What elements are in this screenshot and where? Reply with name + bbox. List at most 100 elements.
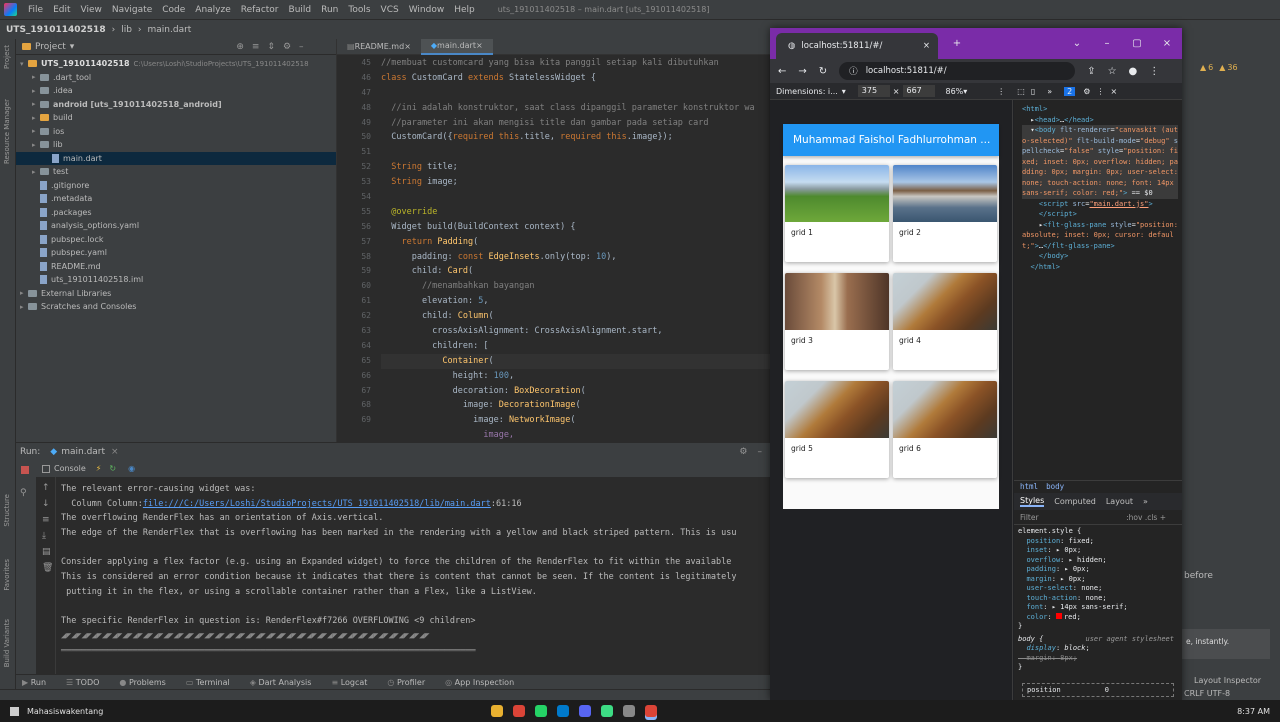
bottom-tab-run[interactable]: ▶ Run: [16, 678, 46, 687]
gear-icon[interactable]: ⚙: [283, 42, 291, 52]
windows-start-icon[interactable]: [10, 706, 19, 716]
reload-icon[interactable]: ↻: [819, 66, 827, 77]
tree-item[interactable]: analysis_options.yaml: [16, 219, 336, 233]
style-prop[interactable]: padding: ▸ 0px;: [1018, 565, 1182, 575]
tree-item[interactable]: ▸ build: [16, 111, 336, 125]
grid-card[interactable]: grid 5: [785, 381, 889, 478]
grid-card[interactable]: grid 4: [893, 273, 997, 370]
new-tab-icon[interactable]: +: [942, 38, 972, 49]
chrome-active-icon[interactable]: [645, 705, 658, 717]
trash-icon[interactable]: 🗑: [42, 563, 55, 573]
menu-item-file[interactable]: File: [23, 5, 48, 15]
tree-item[interactable]: ▸ lib: [16, 138, 336, 152]
menu-item-window[interactable]: Window: [404, 5, 450, 15]
close-tab-icon[interactable]: ×: [923, 41, 930, 51]
print-icon[interactable]: ▤: [42, 547, 55, 557]
menu-item-run[interactable]: Run: [316, 5, 343, 15]
layout-inspector-tab[interactable]: Layout Inspector: [1194, 676, 1261, 685]
browser-tab[interactable]: ◍ localhost:51811/#/ ×: [776, 33, 938, 59]
arrow-down-icon[interactable]: ↓: [42, 499, 55, 509]
menu-dots-icon[interactable]: ⋮: [1096, 87, 1104, 96]
url-input[interactable]: ⓘ localhost:51811/#/: [839, 62, 1076, 80]
profile-icon[interactable]: ●: [1129, 66, 1138, 77]
tree-item[interactable]: ▸ android [uts_191011402518_android]: [16, 98, 336, 112]
crumb-html[interactable]: html: [1020, 481, 1038, 493]
close-window-icon[interactable]: ×: [1152, 38, 1182, 49]
tool-tab-structure[interactable]: Structure: [3, 494, 11, 527]
style-prop[interactable]: color: red;: [1018, 612, 1182, 623]
tree-item[interactable]: .metadata: [16, 192, 336, 206]
menu-item-tools[interactable]: Tools: [343, 5, 375, 15]
hot-restart-icon[interactable]: ↻: [109, 464, 116, 473]
tree-item[interactable]: uts_191011402518.iml: [16, 273, 336, 287]
tree-item[interactable]: .gitignore: [16, 179, 336, 193]
color-swatch[interactable]: [1055, 612, 1062, 619]
editor-code[interactable]: //membuat customcard yang bisa kita pang…: [381, 56, 771, 443]
discord-icon[interactable]: [579, 705, 592, 717]
style-prop[interactable]: user-select: none;: [1018, 584, 1182, 594]
bottom-tab-profiler[interactable]: ◷ Profiler: [381, 678, 425, 687]
tab-styles[interactable]: Styles: [1020, 496, 1045, 507]
settings-icon[interactable]: [623, 705, 636, 717]
console-tab[interactable]: Console: [54, 464, 86, 473]
tree-item[interactable]: ▸ External Libraries: [16, 287, 336, 301]
hot-reload-icon[interactable]: ⚡: [96, 464, 102, 473]
width-input[interactable]: 375: [857, 85, 890, 97]
file-explorer-icon[interactable]: [491, 705, 504, 717]
tree-item[interactable]: pubspec.lock: [16, 233, 336, 247]
bottom-tab-todo[interactable]: ☰ TODO: [60, 678, 99, 687]
chevron-down-icon[interactable]: ▾: [70, 42, 75, 52]
tree-item[interactable]: main.dart: [16, 151, 336, 165]
menu-item-view[interactable]: View: [76, 5, 107, 15]
menu-item-code[interactable]: Code: [157, 5, 190, 15]
menu-item-build[interactable]: Build: [284, 5, 317, 15]
breadcrumb-lib[interactable]: lib: [121, 25, 132, 35]
back-icon[interactable]: ←: [778, 66, 786, 77]
gear-icon[interactable]: ⚙: [1083, 87, 1090, 96]
more-tabs-icon[interactable]: »: [1047, 87, 1052, 96]
bottom-tab-terminal[interactable]: ▭ Terminal: [180, 678, 230, 687]
editor-tab-readme-md[interactable]: ▤ README.md ×: [337, 39, 421, 55]
grid-card[interactable]: grid 6: [893, 381, 997, 478]
tree-item[interactable]: README.md: [16, 260, 336, 274]
menu-item-navigate[interactable]: Navigate: [107, 5, 157, 15]
close-icon[interactable]: ×: [404, 42, 411, 51]
taskbar-clock[interactable]: 8:37 AM: [1237, 707, 1270, 716]
device-toolbar-icon[interactable]: ▯: [1031, 87, 1035, 96]
tab-search-icon[interactable]: ⌄: [1062, 38, 1092, 49]
collapse-all-icon[interactable]: ≡: [252, 42, 260, 52]
pin-icon[interactable]: ⚲: [20, 488, 36, 498]
grid-card[interactable]: grid 2: [893, 165, 997, 262]
close-icon[interactable]: ×: [476, 41, 483, 50]
expand-all-icon[interactable]: ⇕: [267, 42, 275, 52]
bottom-tab-problems[interactable]: ● Problems: [113, 678, 165, 687]
grid-card[interactable]: grid 3: [785, 273, 889, 370]
chrome-icon[interactable]: [513, 705, 526, 717]
tool-tab-project[interactable]: Project: [3, 45, 11, 69]
style-prop[interactable]: touch-action: none;: [1018, 594, 1182, 604]
breadcrumb-project[interactable]: UTS_191011402518: [6, 25, 106, 35]
styles-filter-tools[interactable]: :hov .cls +: [1126, 513, 1166, 522]
tree-item[interactable]: pubspec.yaml: [16, 246, 336, 260]
share-icon[interactable]: ⇪: [1087, 66, 1095, 77]
encoding-status[interactable]: CRLF UTF-8: [1184, 689, 1230, 698]
style-prop[interactable]: inset: ▸ 0px;: [1018, 546, 1182, 556]
project-panel-title[interactable]: Project: [35, 42, 66, 52]
gear-icon[interactable]: ⚙: [739, 447, 747, 457]
menu-item-analyze[interactable]: Analyze: [190, 5, 235, 15]
height-input[interactable]: 667: [902, 85, 935, 97]
chevron-down-icon[interactable]: ▾: [842, 87, 846, 96]
forward-icon[interactable]: →: [798, 66, 806, 77]
tree-item[interactable]: ▸ test: [16, 165, 336, 179]
chevron-down-icon[interactable]: ▾: [963, 87, 967, 96]
menu-item-vcs[interactable]: VCS: [376, 5, 404, 15]
bottom-tab-app-inspection[interactable]: ◎ App Inspection: [439, 678, 514, 687]
style-prop[interactable]: margin: ▸ 0px;: [1018, 575, 1182, 585]
bottom-tab-logcat[interactable]: ≡ Logcat: [325, 678, 367, 687]
grid-card[interactable]: grid 1: [785, 165, 889, 262]
dimensions-select[interactable]: Dimensions: i...: [770, 87, 838, 96]
minimize-icon[interactable]: –: [299, 42, 304, 52]
close-icon[interactable]: ×: [111, 447, 119, 457]
elements-tree[interactable]: <html> ▸<head>…</head> ▾<body flt-render…: [1014, 100, 1182, 480]
console-output[interactable]: The relevant error-causing widget was: C…: [56, 477, 770, 674]
